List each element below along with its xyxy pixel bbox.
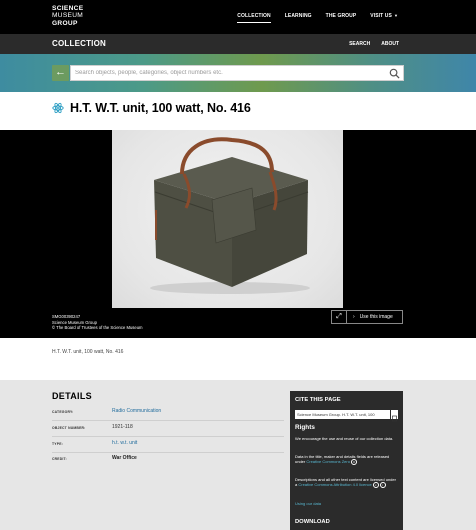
detail-row-category: CATEGORY: Radio Communication — [52, 406, 284, 421]
logo-line3: GROUP — [52, 19, 78, 27]
using-our-data-link[interactable]: Using our data — [295, 501, 399, 506]
cc-icon: c — [372, 482, 379, 489]
detail-key: CREDIT: — [52, 457, 67, 461]
image-credits: SMG00390247 Science Museum Group © The B… — [52, 314, 143, 331]
detail-row-type: TYPE: h.t. w.t. unit — [52, 438, 284, 453]
search-band: ← — [0, 54, 476, 92]
breadcrumb-item: H.T. W.T. unit, 100 watt, No. 416 — [52, 349, 124, 355]
rights-text-licence: Descriptions and all other text content … — [295, 477, 399, 489]
copy-button[interactable] — [391, 410, 398, 422]
nav-link-collection[interactable]: COLLECTION — [237, 13, 271, 23]
detail-row-credit: CREDIT: War Office — [52, 453, 284, 468]
cc-zero-link[interactable]: Creative Commons Zero — [306, 459, 350, 464]
image-copyright: © The Board of Trustees of the Science M… — [52, 325, 143, 331]
logo-line1: SCIENCE — [52, 5, 84, 12]
collection-about-link[interactable]: ABOUT — [381, 41, 399, 47]
collection-search-link[interactable]: SEARCH — [349, 41, 370, 47]
search-input[interactable] — [75, 67, 385, 79]
category-link[interactable]: Radio Communication — [112, 408, 161, 414]
fullscreen-button[interactable]: ⤢ — [331, 310, 347, 324]
detail-row-object-number: OBJECT NUMBER: 1921-118 — [52, 422, 284, 437]
citation-field[interactable]: Science Museum Group. H.T. W.T. unit, 10… — [295, 410, 390, 419]
cite-heading: CITE THIS PAGE — [295, 397, 341, 403]
credit-value: War Office — [112, 455, 137, 461]
logo-line2: MUSEUM — [52, 12, 84, 20]
science-museum-group-logo[interactable]: SCIENCE MUSEUM GROUP — [52, 5, 83, 27]
use-this-image-button[interactable]: › Use this image — [346, 310, 403, 324]
back-button[interactable]: ← — [52, 65, 69, 81]
nav-link-learning[interactable]: LEARNING — [285, 13, 312, 23]
cc-by-link[interactable]: Creative Commons Attribution 4.0 licence — [298, 482, 371, 487]
image-viewer: SMG00390247 Science Museum Group © The B… — [0, 130, 476, 338]
use-this-image-label: Use this image — [359, 314, 393, 320]
atom-icon — [52, 102, 64, 114]
object-photo[interactable] — [112, 130, 343, 308]
nav-link-visit-us-label: VISIT US — [370, 13, 392, 19]
page-title: H.T. W.T. unit, 100 watt, No. 416 — [70, 101, 251, 115]
chevron-down-icon: ▼ — [393, 13, 398, 18]
top-navigation: SCIENCE MUSEUM GROUP COLLECTION LEARNING… — [0, 0, 476, 34]
search-box — [70, 65, 404, 81]
main-nav-links: COLLECTION LEARNING THE GROUP VISIT US ▼ — [223, 13, 398, 23]
object-title-row: H.T. W.T. unit, 100 watt, No. 416 — [52, 101, 251, 115]
detail-key: CATEGORY: — [52, 410, 74, 414]
search-icon[interactable] — [389, 68, 400, 79]
detail-key: TYPE: — [52, 442, 63, 446]
chevron-right-icon: › — [353, 314, 355, 320]
rights-data-licence: Data in the title, maker and details fie… — [295, 454, 399, 466]
detail-key: OBJECT NUMBER: — [52, 426, 86, 430]
rights-heading: Rights — [295, 424, 315, 431]
collection-title[interactable]: COLLECTION — [52, 39, 106, 48]
details-heading: DETAILS — [52, 391, 92, 401]
type-link[interactable]: h.t. w.t. unit — [112, 440, 137, 446]
download-heading: DOWNLOAD — [295, 519, 330, 525]
expand-icon: ⤢ — [336, 313, 342, 320]
cite-panel: CITE THIS PAGE Science Museum Group. H.T… — [290, 391, 403, 514]
collection-bar: COLLECTION SEARCH ABOUT — [0, 34, 476, 54]
copy-icon — [392, 415, 397, 422]
object-number-value: 1921-118 — [112, 424, 133, 430]
cc-by-icon: i — [379, 482, 386, 489]
rights-intro: We encourage the use and reuse of our co… — [295, 436, 394, 441]
nav-link-the-group[interactable]: THE GROUP — [326, 13, 357, 23]
cc-zero-icon: 0 — [350, 459, 357, 466]
breadcrumb: H.T. W.T. unit, 100 watt, No. 416 — [52, 349, 123, 355]
radio-unit-box-illustration — [150, 137, 310, 294]
nav-link-visit-us[interactable]: VISIT US ▼ — [370, 13, 398, 23]
download-panel[interactable]: DOWNLOAD — [290, 514, 403, 530]
arrow-left-icon: ← — [55, 66, 66, 78]
